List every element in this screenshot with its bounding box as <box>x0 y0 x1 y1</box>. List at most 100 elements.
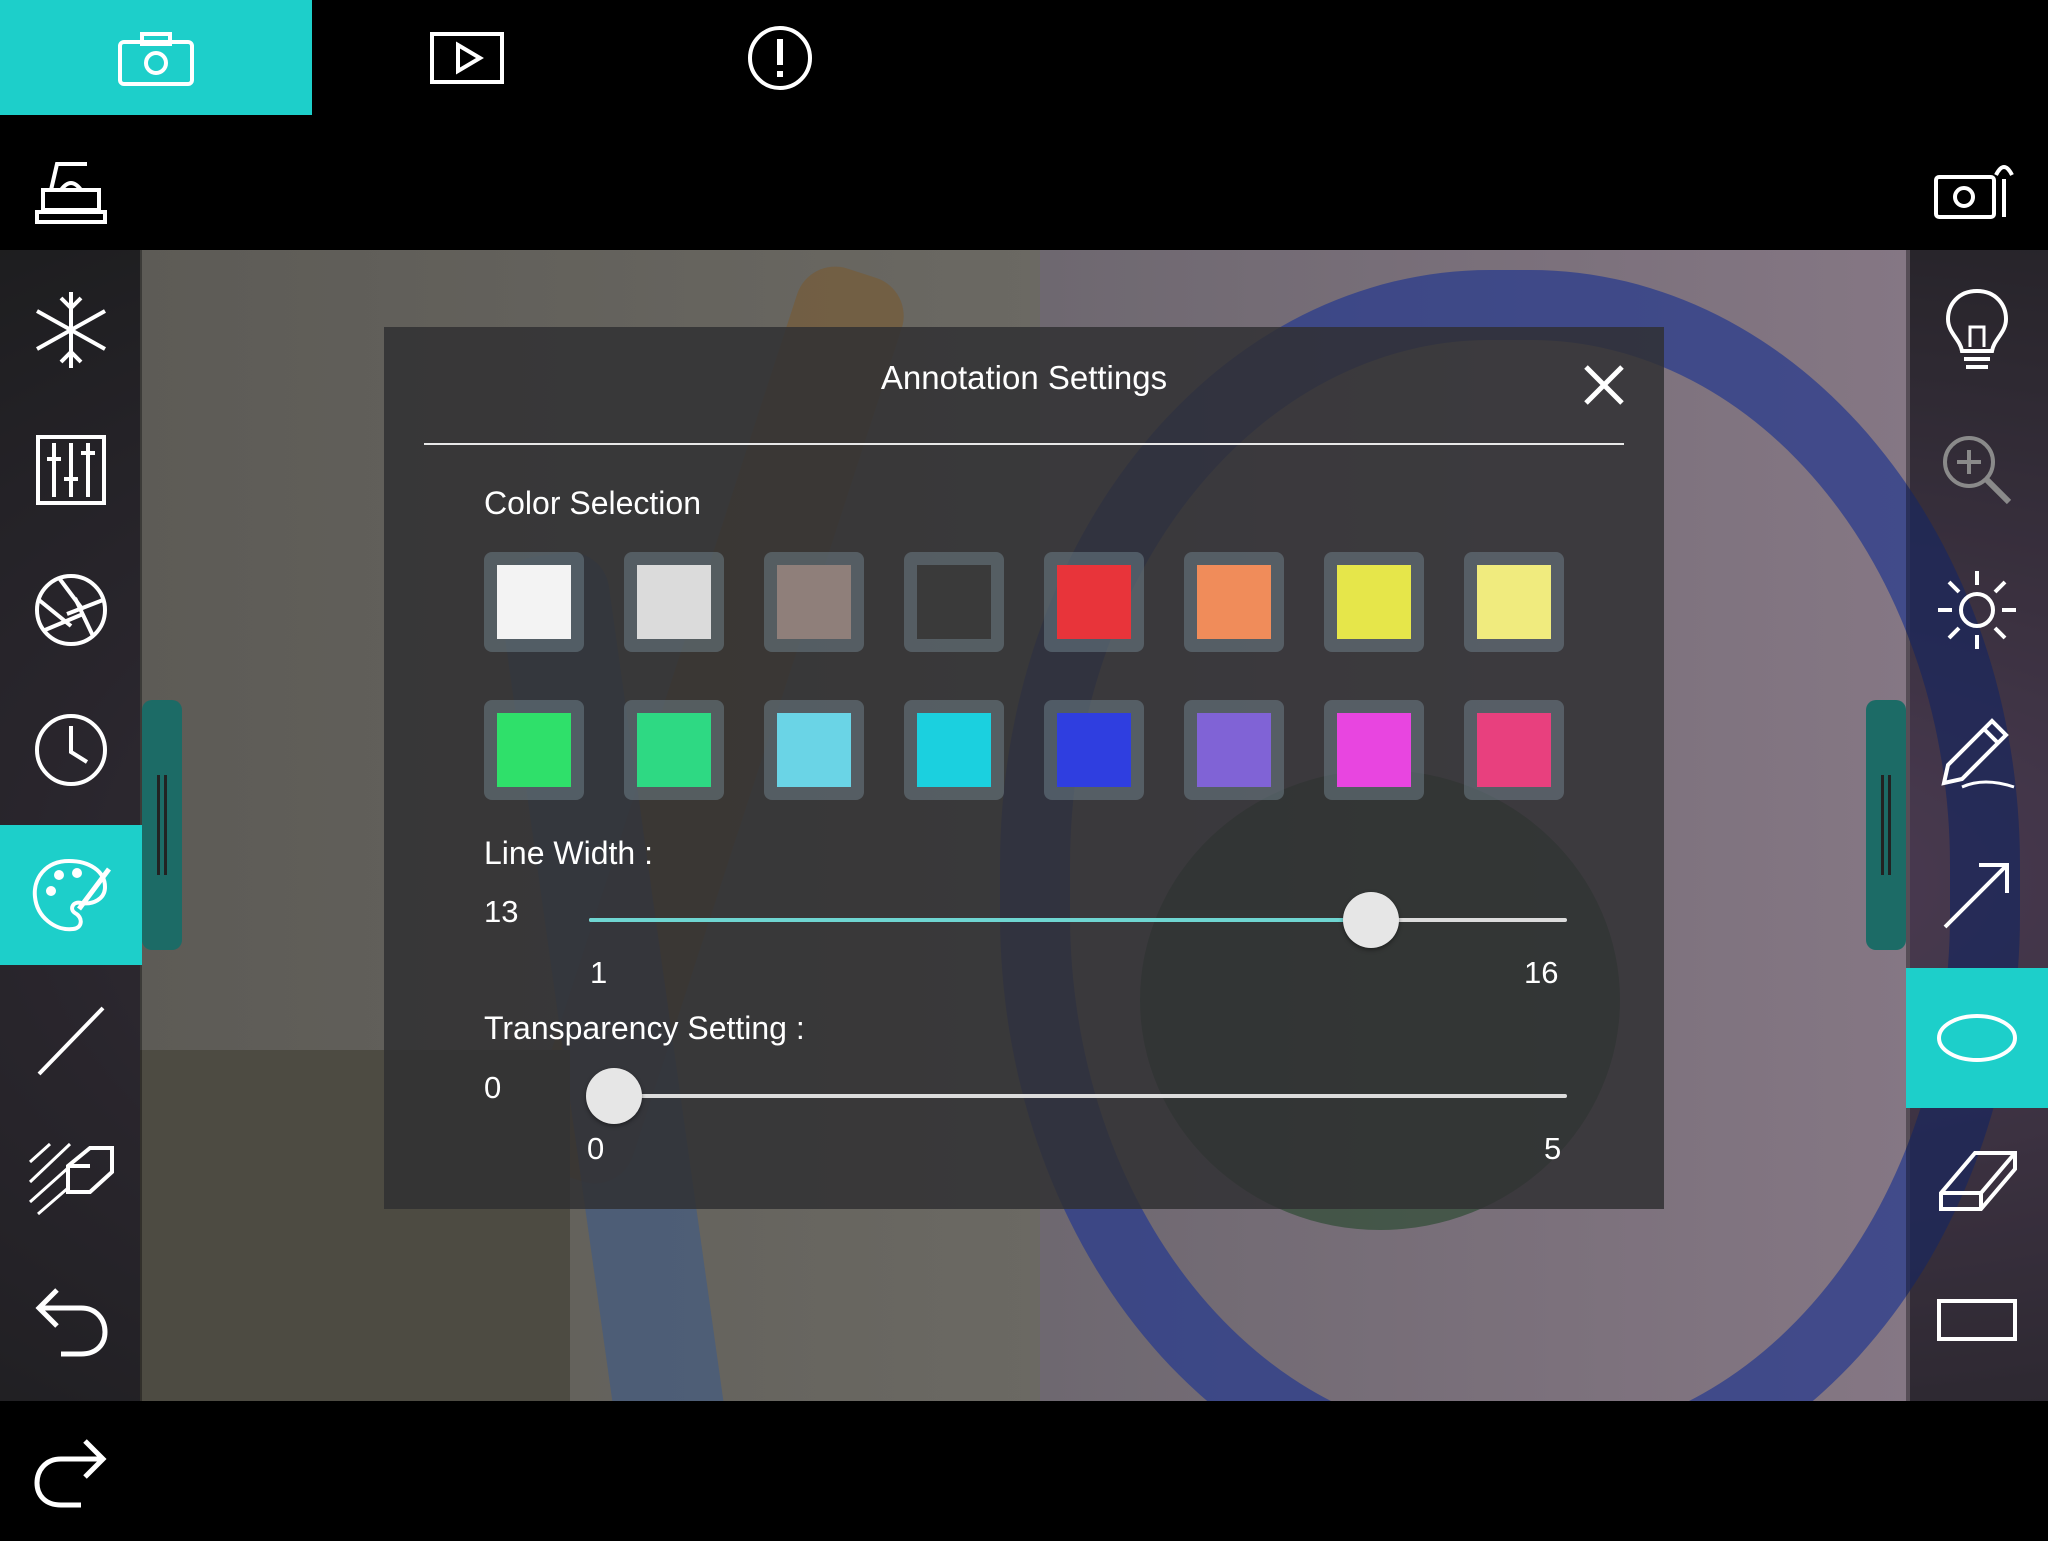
color-swatch-fill <box>1477 565 1551 639</box>
color-swatch-fill <box>917 565 991 639</box>
color-swatch[interactable] <box>624 700 724 800</box>
line-width-value: 13 <box>484 894 519 929</box>
color-swatch[interactable] <box>484 552 584 652</box>
color-swatch[interactable] <box>1044 552 1144 652</box>
color-swatch-fill <box>1337 565 1411 639</box>
color-swatch-fill <box>497 565 571 639</box>
color-swatch-fill <box>637 565 711 639</box>
clear-area-button[interactable] <box>0 1110 142 1250</box>
color-swatch[interactable] <box>1324 700 1424 800</box>
line-tool-button[interactable] <box>0 970 142 1110</box>
pen-tool-button[interactable] <box>1906 680 2048 820</box>
color-swatch[interactable] <box>624 552 724 652</box>
zoom-in-button[interactable] <box>1906 400 2048 540</box>
color-swatch[interactable] <box>764 552 864 652</box>
dialog-divider <box>424 443 1624 445</box>
color-selection-label: Color Selection <box>484 485 701 521</box>
freeze-button[interactable] <box>0 260 142 400</box>
color-swatch-fill <box>777 713 851 787</box>
color-swatch[interactable] <box>1324 552 1424 652</box>
pen-icon <box>1941 718 2015 789</box>
arrow-icon <box>1943 863 2009 929</box>
left-toolbar <box>0 250 142 1401</box>
camera-settings-icon <box>1934 165 2014 219</box>
brightness-icon <box>1938 571 2016 649</box>
left-panel-handle[interactable] <box>142 700 182 950</box>
undo-icon <box>35 1288 108 1357</box>
arrow-tool-button[interactable] <box>1906 825 2048 965</box>
color-swatch-fill <box>1057 565 1131 639</box>
rectangle-icon <box>1937 1299 2017 1341</box>
bottom-bar <box>0 1401 2048 1536</box>
color-swatch[interactable] <box>1044 700 1144 800</box>
annotation-settings-dialog: Annotation Settings Color Selection Line… <box>384 327 1664 1209</box>
color-swatch-fill <box>637 713 711 787</box>
brightness-button[interactable] <box>1906 540 2048 680</box>
color-swatch-fill <box>917 713 991 787</box>
right-toolbar <box>1906 250 2048 1401</box>
transparency-max: 5 <box>1544 1131 1562 1166</box>
line-width-max: 16 <box>1524 955 1559 990</box>
annotation-palette-button[interactable] <box>0 825 142 965</box>
color-swatch-fill <box>1337 713 1411 787</box>
color-swatch-fill <box>1057 713 1131 787</box>
eraser-button[interactable] <box>1906 1110 2048 1250</box>
camera-settings-button[interactable] <box>1906 120 2048 260</box>
texture-eraser-icon <box>28 1142 114 1216</box>
transparency-min: 0 <box>587 1131 605 1166</box>
aperture-icon <box>35 574 107 646</box>
redo-icon <box>34 1439 107 1508</box>
color-swatch[interactable] <box>904 552 1004 652</box>
color-swatch-fill <box>1477 713 1551 787</box>
info-icon <box>748 25 812 90</box>
color-swatch[interactable] <box>484 700 584 800</box>
color-swatch-fill <box>777 565 851 639</box>
color-swatch-fill <box>1197 713 1271 787</box>
ellipse-icon <box>1937 1014 2017 1062</box>
undo-button[interactable] <box>0 1250 142 1390</box>
transparency-value: 0 <box>484 1070 502 1105</box>
top-bar <box>0 0 2048 250</box>
right-panel-handle[interactable] <box>1866 700 1906 950</box>
ellipse-tool-button[interactable] <box>1906 968 2048 1108</box>
adjustments-button[interactable] <box>0 400 142 540</box>
tab-info[interactable] <box>624 0 936 115</box>
palette-icon <box>32 858 111 932</box>
zoom-in-icon <box>1943 436 2012 505</box>
eraser-icon <box>1939 1151 2017 1211</box>
color-swatch[interactable] <box>1184 552 1284 652</box>
freeze-icon <box>36 292 106 368</box>
timer-button[interactable] <box>0 680 142 820</box>
transparency-slider-track[interactable] <box>614 1094 1567 1098</box>
redo-button[interactable] <box>0 1401 142 1541</box>
document-camera-button[interactable] <box>0 120 142 260</box>
line-icon <box>37 1006 105 1076</box>
color-swatch-fill <box>497 713 571 787</box>
aperture-button[interactable] <box>0 540 142 680</box>
adjustments-icon <box>36 435 106 505</box>
document-camera-icon <box>35 162 107 224</box>
light-button[interactable] <box>1906 260 2048 400</box>
dialog-title: Annotation Settings <box>880 359 1168 396</box>
color-swatch[interactable] <box>1464 552 1564 652</box>
line-width-slider-fill <box>589 918 1372 922</box>
light-bulb-icon <box>1945 288 2009 369</box>
tab-camera[interactable] <box>0 0 312 115</box>
transparency-slider-thumb[interactable] <box>586 1068 642 1124</box>
transparency-label: Transparency Setting : <box>484 1010 805 1046</box>
color-swatch[interactable] <box>1184 700 1284 800</box>
play-icon <box>430 31 504 84</box>
color-swatch[interactable] <box>1464 700 1564 800</box>
color-swatch[interactable] <box>904 700 1004 800</box>
timer-icon <box>35 714 107 786</box>
line-width-slider-thumb[interactable] <box>1343 892 1400 948</box>
close-button[interactable] <box>1576 357 1632 413</box>
tab-playback[interactable] <box>312 0 624 115</box>
line-width-label: Line Width : <box>484 835 653 871</box>
color-swatch-fill <box>1197 565 1271 639</box>
line-width-min: 1 <box>590 955 608 990</box>
color-swatch[interactable] <box>764 700 864 800</box>
rectangle-tool-button[interactable] <box>1906 1250 2048 1390</box>
close-icon <box>1584 365 1624 405</box>
camera-icon <box>118 31 194 86</box>
